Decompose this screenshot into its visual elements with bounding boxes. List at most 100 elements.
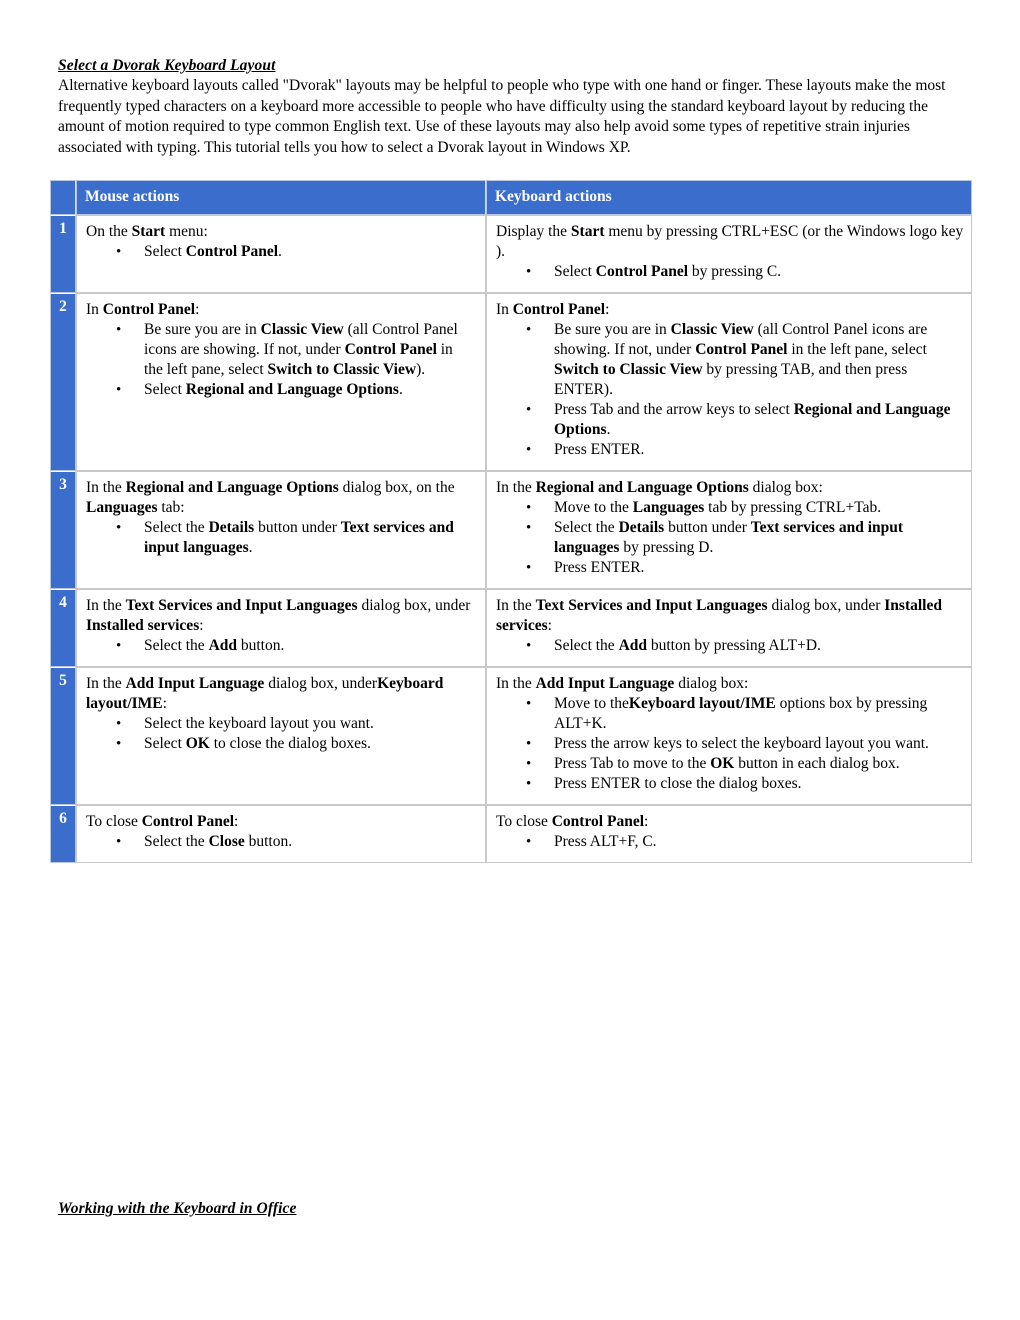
keyboard-actions-cell: In the Add Input Language dialog box: • Mo… xyxy=(486,667,972,805)
list-item: • Select the Details button under Text se… xyxy=(116,519,454,556)
list-item: • Select OK to close the dialog boxes. xyxy=(116,735,371,752)
table-row: 4 In the Text Services and Input Language… xyxy=(50,589,972,667)
bullet-icon: • xyxy=(116,244,122,260)
table-row: 2 In Control Panel: • Be sure you are in Cl… xyxy=(50,293,972,471)
bullet-list: • Select the Add button by pressing ALT+D… xyxy=(496,636,965,656)
list-item: • Move to the Languages tab by pressing C… xyxy=(526,499,882,516)
bullet-list: • Be sure you are in Classic View (all Co… xyxy=(496,320,965,460)
bullet-list: • Select the Details button under Text se… xyxy=(86,518,475,558)
list-item: • Select the Add button. xyxy=(116,637,285,654)
bullet-icon: • xyxy=(526,756,532,772)
column-header-mouse-actions: Mouse actions xyxy=(76,180,486,215)
bullet-icon: • xyxy=(116,736,122,752)
step-number: 6 xyxy=(50,805,76,863)
keyboard-actions-cell: In Control Panel: • Be sure you are in Cla… xyxy=(486,293,972,471)
cell-lead-text: In the Text Services and Input Languages… xyxy=(496,597,942,634)
bullet-icon: • xyxy=(116,638,122,654)
bullet-icon: • xyxy=(526,402,532,418)
table-row: 5 In the Add Input Language dialog box, u… xyxy=(50,667,972,805)
list-item: • Select the Close button. xyxy=(116,833,293,850)
bullet-icon: • xyxy=(526,776,532,792)
cell-lead-text: To close Control Panel: xyxy=(496,813,649,830)
list-item: • Select the keyboard layout you want. xyxy=(116,715,374,732)
list-item: • Press Tab to move to the OK button in e… xyxy=(526,755,900,772)
cell-lead-text: In the Add Input Language dialog box: xyxy=(496,675,749,692)
list-item: • Be sure you are in Classic View (all Co… xyxy=(526,321,928,398)
bullet-list: • Select Control Panel. xyxy=(86,242,475,262)
table-row: 1 On the Start menu: • Select Control Panel… xyxy=(50,215,972,293)
bullet-icon: • xyxy=(526,520,532,536)
table-header-row: Mouse actions Keyboard actions xyxy=(50,180,972,215)
bullet-list: • Move to the Languages tab by pressing C… xyxy=(496,498,965,578)
steps-table: Mouse actions Keyboard actions 1 On the S… xyxy=(50,180,972,863)
list-item: • Press ALT+F, C. xyxy=(526,833,657,850)
bullet-list: • Press ALT+F, C. xyxy=(496,832,965,852)
list-item: • Press the arrow keys to select the keyb… xyxy=(526,735,929,752)
column-header-keyboard-actions: Keyboard actions xyxy=(486,180,972,215)
cell-lead-text: In Control Panel: xyxy=(496,301,610,318)
bullet-icon: • xyxy=(526,736,532,752)
cell-lead-text: On the Start menu: xyxy=(86,223,208,240)
cell-lead-text: In the Regional and Language Options dia… xyxy=(496,479,823,496)
mouse-actions-cell: In the Text Services and Input Languages… xyxy=(76,589,486,667)
mouse-actions-cell: On the Start menu: • Select Control Panel. xyxy=(76,215,486,293)
step-number: 4 xyxy=(50,589,76,667)
mouse-actions-cell: To close Control Panel: • Select the Close… xyxy=(76,805,486,863)
step-number: 1 xyxy=(50,215,76,293)
bullet-icon: • xyxy=(526,442,532,458)
bullet-icon: • xyxy=(116,520,122,536)
bullet-icon: • xyxy=(526,322,532,338)
bullet-list: • Be sure you are in Classic View (all Co… xyxy=(86,320,475,400)
bullet-list: • Select the Close button. xyxy=(86,832,475,852)
bullet-icon: • xyxy=(116,382,122,398)
steps-table-wrapper: Mouse actions Keyboard actions 1 On the S… xyxy=(50,180,972,863)
list-item: • Press ENTER. xyxy=(526,441,645,458)
list-item: • Select the Details button under Text se… xyxy=(526,519,904,556)
bottom-section-heading: Working with the Keyboard in Office xyxy=(58,1200,297,1217)
intro-paragraph: Alternative keyboard layouts called "Dvo… xyxy=(58,77,946,156)
keyboard-actions-cell: In the Text Services and Input Languages… xyxy=(486,589,972,667)
keyboard-actions-cell: In the Regional and Language Options dia… xyxy=(486,471,972,589)
list-item: • Select the Add button by pressing ALT+D… xyxy=(526,637,821,654)
bullet-list: • Select Control Panel by pressing C. xyxy=(496,262,965,282)
list-item: • Select Control Panel by pressing C. xyxy=(526,263,782,280)
table-row: 6 To close Control Panel: • Select the Clos… xyxy=(50,805,972,863)
cell-lead-text: Display the Start menu by pressing CTRL+… xyxy=(496,223,964,260)
bullet-icon: • xyxy=(526,834,532,850)
step-number: 5 xyxy=(50,667,76,805)
bullet-list: • Select the Add button. xyxy=(86,636,475,656)
cell-lead-text: In the Add Input Language dialog box, un… xyxy=(86,675,444,712)
list-item: • Select Regional and Language Options. xyxy=(116,381,403,398)
list-item: • Be sure you are in Classic View (all Co… xyxy=(116,321,458,378)
list-item: • Press Tab and the arrow keys to select … xyxy=(526,401,951,438)
bullet-icon: • xyxy=(116,322,122,338)
list-item: • Press ENTER. xyxy=(526,559,645,576)
bullet-icon: • xyxy=(116,834,122,850)
mouse-actions-cell: In Control Panel: • Be sure you are in Cla… xyxy=(76,293,486,471)
bullet-icon: • xyxy=(116,716,122,732)
keyboard-actions-cell: Display the Start menu by pressing CTRL+… xyxy=(486,215,972,293)
bullet-list: • Select the keyboard layout you want. • Se… xyxy=(86,714,475,754)
keyboard-actions-cell: To close Control Panel: • Press ALT+F, C. xyxy=(486,805,972,863)
column-header-number xyxy=(50,180,76,215)
bullet-list: • Move to theKeyboard layout/IME options … xyxy=(496,694,965,794)
cell-lead-text: In the Text Services and Input Languages… xyxy=(86,597,471,634)
cell-lead-text: In the Regional and Language Options dia… xyxy=(86,479,455,516)
cell-lead-text: In Control Panel: xyxy=(86,301,200,318)
bullet-icon: • xyxy=(526,500,532,516)
list-item: • Select Control Panel. xyxy=(116,243,282,260)
mouse-actions-cell: In the Regional and Language Options dia… xyxy=(76,471,486,589)
steps-table-body: 1 On the Start menu: • Select Control Panel… xyxy=(50,215,972,863)
mouse-actions-cell: In the Add Input Language dialog box, un… xyxy=(76,667,486,805)
bullet-icon: • xyxy=(526,560,532,576)
step-number: 3 xyxy=(50,471,76,589)
document-page: Select a Dvorak Keyboard Layout Alternat… xyxy=(0,0,1020,1320)
table-row: 3 In the Regional and Language Options di… xyxy=(50,471,972,589)
bullet-icon: • xyxy=(526,638,532,654)
bullet-icon: • xyxy=(526,264,532,280)
list-item: • Press ENTER to close the dialog boxes. xyxy=(526,775,802,792)
document-intro-block: Select a Dvorak Keyboard Layout Alternat… xyxy=(58,56,973,158)
list-item: • Move to theKeyboard layout/IME options … xyxy=(526,695,928,732)
cell-lead-text: To close Control Panel: xyxy=(86,813,239,830)
page-title: Select a Dvorak Keyboard Layout xyxy=(58,57,276,74)
